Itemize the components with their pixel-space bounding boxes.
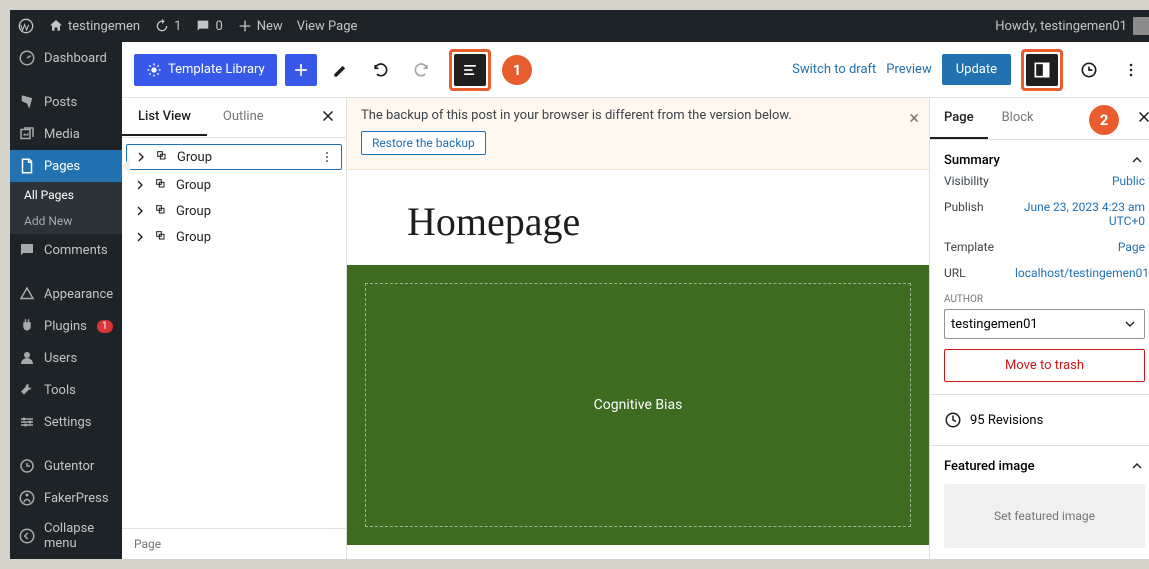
undo-button[interactable] bbox=[365, 54, 397, 86]
settings-close-icon[interactable] bbox=[1135, 108, 1149, 130]
list-item[interactable]: Group bbox=[122, 224, 346, 250]
edit-icon[interactable] bbox=[325, 54, 357, 86]
url-label: URL bbox=[944, 266, 966, 280]
publish-label: Publish bbox=[944, 200, 984, 228]
preview-button[interactable]: Preview bbox=[886, 62, 931, 77]
url-value[interactable]: localhost/testingemen01/ bbox=[1015, 266, 1145, 280]
nav-comments[interactable]: Comments bbox=[10, 234, 122, 266]
callout-1: 1 bbox=[502, 55, 532, 85]
nav-appearance[interactable]: Appearance bbox=[10, 278, 122, 310]
nav-all-pages[interactable]: All Pages bbox=[10, 182, 122, 208]
move-to-trash-button[interactable]: Move to trash bbox=[944, 349, 1145, 382]
new-content[interactable]: New bbox=[237, 18, 283, 34]
set-featured-image[interactable]: Set featured image bbox=[944, 484, 1145, 548]
visibility-value[interactable]: Public bbox=[1112, 174, 1145, 188]
nav-add-new-page[interactable]: Add New bbox=[10, 208, 122, 234]
nav-settings[interactable]: Settings bbox=[10, 406, 122, 438]
nav-tools[interactable]: Tools bbox=[10, 374, 122, 406]
update-button[interactable]: Update bbox=[942, 54, 1011, 85]
tab-page[interactable]: Page bbox=[930, 98, 988, 139]
redo-button[interactable] bbox=[405, 54, 437, 86]
summary-toggle[interactable]: Summary bbox=[944, 152, 1145, 168]
featured-image-toggle[interactable]: Featured image bbox=[944, 458, 1145, 474]
tab-list-view[interactable]: List View bbox=[122, 99, 207, 136]
tab-block[interactable]: Block bbox=[988, 98, 1048, 139]
template-value[interactable]: Page bbox=[1118, 240, 1145, 254]
refresh-count[interactable]: 1 bbox=[154, 18, 181, 34]
more-options-icon[interactable] bbox=[1115, 54, 1147, 86]
list-view-toggle[interactable] bbox=[454, 54, 486, 86]
nav-fakerpress[interactable]: FakerPress bbox=[10, 482, 122, 514]
template-library-button[interactable]: Template Library bbox=[134, 54, 277, 86]
backup-notice: The backup of this post in your browser … bbox=[347, 98, 929, 170]
avatar[interactable] bbox=[1133, 17, 1149, 35]
nav-dashboard[interactable]: Dashboard bbox=[10, 42, 122, 74]
author-label: AUTHOR bbox=[944, 294, 1145, 305]
wp-logo[interactable] bbox=[18, 18, 34, 34]
page-title[interactable]: Homepage bbox=[347, 170, 929, 265]
revisions-link[interactable]: 95 Revisions bbox=[944, 407, 1145, 433]
author-select[interactable]: testingemen01 bbox=[944, 309, 1145, 339]
tab-outline[interactable]: Outline bbox=[207, 99, 280, 136]
nav-pages[interactable]: Pages bbox=[10, 150, 122, 182]
block-heading[interactable]: Cognitive Bias bbox=[594, 397, 683, 413]
listview-close-icon[interactable] bbox=[316, 106, 340, 130]
group-block[interactable]: Cognitive Bias bbox=[347, 265, 929, 545]
site-name[interactable]: testingemen bbox=[48, 18, 140, 34]
nav-collapse[interactable]: Collapse menu bbox=[10, 514, 122, 558]
nav-plugins[interactable]: Plugins 1 bbox=[10, 310, 122, 342]
nav-users[interactable]: Users bbox=[10, 342, 122, 374]
view-page[interactable]: View Page bbox=[297, 19, 358, 34]
settings-toggle[interactable] bbox=[1026, 54, 1058, 86]
gutentor-icon[interactable] bbox=[1073, 54, 1105, 86]
nav-posts[interactable]: Posts bbox=[10, 86, 122, 118]
list-item[interactable]: Group bbox=[122, 172, 346, 198]
list-item[interactable]: Group bbox=[122, 198, 346, 224]
howdy-user[interactable]: Howdy, testingemen01 bbox=[995, 19, 1127, 34]
template-label: Template bbox=[944, 240, 994, 254]
listview-footer: Page bbox=[122, 528, 346, 559]
more-icon[interactable] bbox=[319, 149, 335, 165]
switch-to-draft-button[interactable]: Switch to draft bbox=[792, 62, 876, 77]
admin-sidebar: Dashboard Posts Media Pages All Pages Ad… bbox=[10, 42, 122, 559]
settings-panel: Page Block 2 Summary Visibilit bbox=[929, 98, 1149, 559]
add-block-button[interactable] bbox=[285, 54, 317, 86]
notice-close-icon[interactable]: × bbox=[909, 108, 919, 129]
comments-count[interactable]: 0 bbox=[195, 18, 222, 34]
publish-value[interactable]: June 23, 2023 4:23 am UTC+0 bbox=[1015, 200, 1145, 228]
nav-media[interactable]: Media bbox=[10, 118, 122, 150]
list-item[interactable]: Group bbox=[126, 144, 342, 170]
callout-2: 2 bbox=[1089, 105, 1119, 135]
nav-gutentor[interactable]: Gutentor bbox=[10, 450, 122, 482]
visibility-label: Visibility bbox=[944, 174, 989, 188]
restore-backup-button[interactable]: Restore the backup bbox=[361, 131, 486, 155]
plugins-badge: 1 bbox=[97, 320, 113, 333]
